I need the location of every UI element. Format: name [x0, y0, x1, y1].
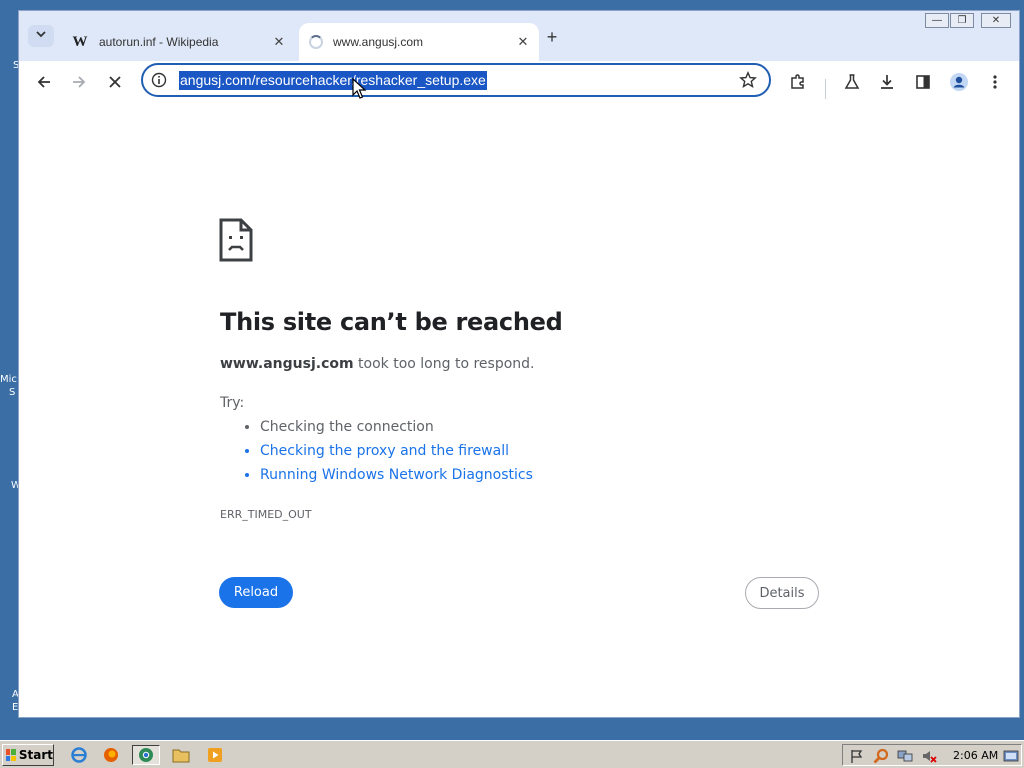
close-icon	[109, 76, 121, 88]
back-button[interactable]	[31, 69, 57, 95]
tab-search-button[interactable]	[28, 25, 54, 47]
close-tab-icon[interactable]: ✕	[269, 34, 289, 50]
menu-button[interactable]	[982, 69, 1008, 95]
tab-title: autorun.inf - Wikipedia	[99, 35, 219, 49]
details-button[interactable]: Details	[745, 577, 819, 609]
wikipedia-icon: W	[72, 33, 88, 50]
try-label: Try:	[220, 395, 245, 411]
downloads-button[interactable]	[874, 69, 900, 95]
suggestion-link-diagnostics[interactable]: Running Windows Network Diagnostics	[260, 463, 533, 487]
volume-muted-icon[interactable]	[921, 748, 937, 764]
extensions-button[interactable]	[785, 69, 811, 95]
system-tray: 2:06 AM	[842, 744, 1022, 766]
tab-title: www.angusj.com	[333, 35, 424, 49]
taskbar: Start 2:06 AM	[0, 740, 1024, 768]
error-description: www.angusj.com took too long to respond.	[220, 356, 534, 372]
stop-loading-button[interactable]	[102, 69, 128, 95]
error-page: This site can’t be reached www.angusj.co…	[19, 103, 1019, 717]
tab-strip: W autorun.inf - Wikipedia ✕ www.angusj.c…	[19, 11, 1019, 61]
toolbar: angusj.com/resourcehacker/reshacker_setu…	[19, 61, 1019, 103]
profile-button[interactable]	[946, 69, 972, 95]
labs-button[interactable]	[839, 69, 865, 95]
arrow-right-icon	[73, 76, 86, 88]
suggestion-item: Checking the connection	[260, 415, 533, 439]
toolbar-separator	[825, 79, 826, 99]
desktop-icon-fragment[interactable]: Mic	[0, 374, 17, 385]
chevron-down-icon	[36, 31, 46, 38]
more-vert-icon	[993, 75, 997, 89]
close-tab-icon[interactable]: ✕	[513, 34, 533, 50]
error-host: www.angusj.com	[220, 356, 354, 372]
chrome-icon	[139, 748, 153, 762]
media-player-icon[interactable]	[204, 745, 226, 765]
arrow-left-icon	[37, 76, 50, 88]
side-panel-button[interactable]	[910, 69, 936, 95]
internet-explorer-icon[interactable]	[68, 745, 90, 765]
suggestion-link-proxy[interactable]: Checking the proxy and the firewall	[260, 439, 533, 463]
site-info-icon[interactable]	[151, 72, 167, 88]
error-description-text: took too long to respond.	[353, 356, 535, 372]
start-button[interactable]: Start	[2, 744, 54, 766]
error-title: This site can’t be reached	[220, 308, 563, 336]
desktop-icon-fragment[interactable]: S	[9, 387, 15, 398]
address-bar[interactable]: angusj.com/resourcehacker/reshacker_setu…	[141, 63, 771, 97]
flask-icon	[844, 74, 860, 89]
file-explorer-icon[interactable]	[170, 745, 192, 765]
error-code: ERR_TIMED_OUT	[220, 508, 312, 521]
puzzle-icon	[791, 74, 804, 89]
reload-button[interactable]: Reload	[219, 577, 293, 608]
tab-wikipedia[interactable]: W autorun.inf - Wikipedia ✕	[63, 23, 295, 61]
windows-logo-icon	[6, 749, 16, 761]
show-desktop-icon[interactable]	[1003, 748, 1019, 764]
suggestion-list: Checking the connection Checking the pro…	[242, 415, 533, 487]
chrome-taskbar-button[interactable]	[132, 745, 160, 765]
tab-angusj[interactable]: www.angusj.com ✕	[299, 23, 539, 61]
new-tab-button[interactable]: +	[541, 27, 563, 49]
browser-window: — ❐ ✕ W autorun.inf - Wikipedia ✕ www.an…	[18, 10, 1020, 718]
forward-button[interactable]	[66, 69, 92, 95]
url-text[interactable]: angusj.com/resourcehacker/reshacker_setu…	[179, 71, 487, 90]
bookmark-star-icon[interactable]	[739, 71, 757, 89]
sad-page-icon	[219, 218, 253, 262]
action-center-flag-icon[interactable]	[849, 748, 865, 764]
loading-spinner-icon	[309, 35, 323, 49]
firefox-icon[interactable]	[100, 745, 122, 765]
mouse-cursor-icon	[352, 78, 366, 99]
side-panel-icon	[916, 75, 930, 89]
clock[interactable]: 2:06 AM	[953, 749, 998, 762]
avatar-icon	[950, 73, 968, 91]
start-label: Start	[18, 748, 53, 762]
download-icon	[881, 75, 893, 89]
network-icon[interactable]	[897, 748, 913, 764]
search-tray-icon[interactable]	[873, 748, 889, 764]
